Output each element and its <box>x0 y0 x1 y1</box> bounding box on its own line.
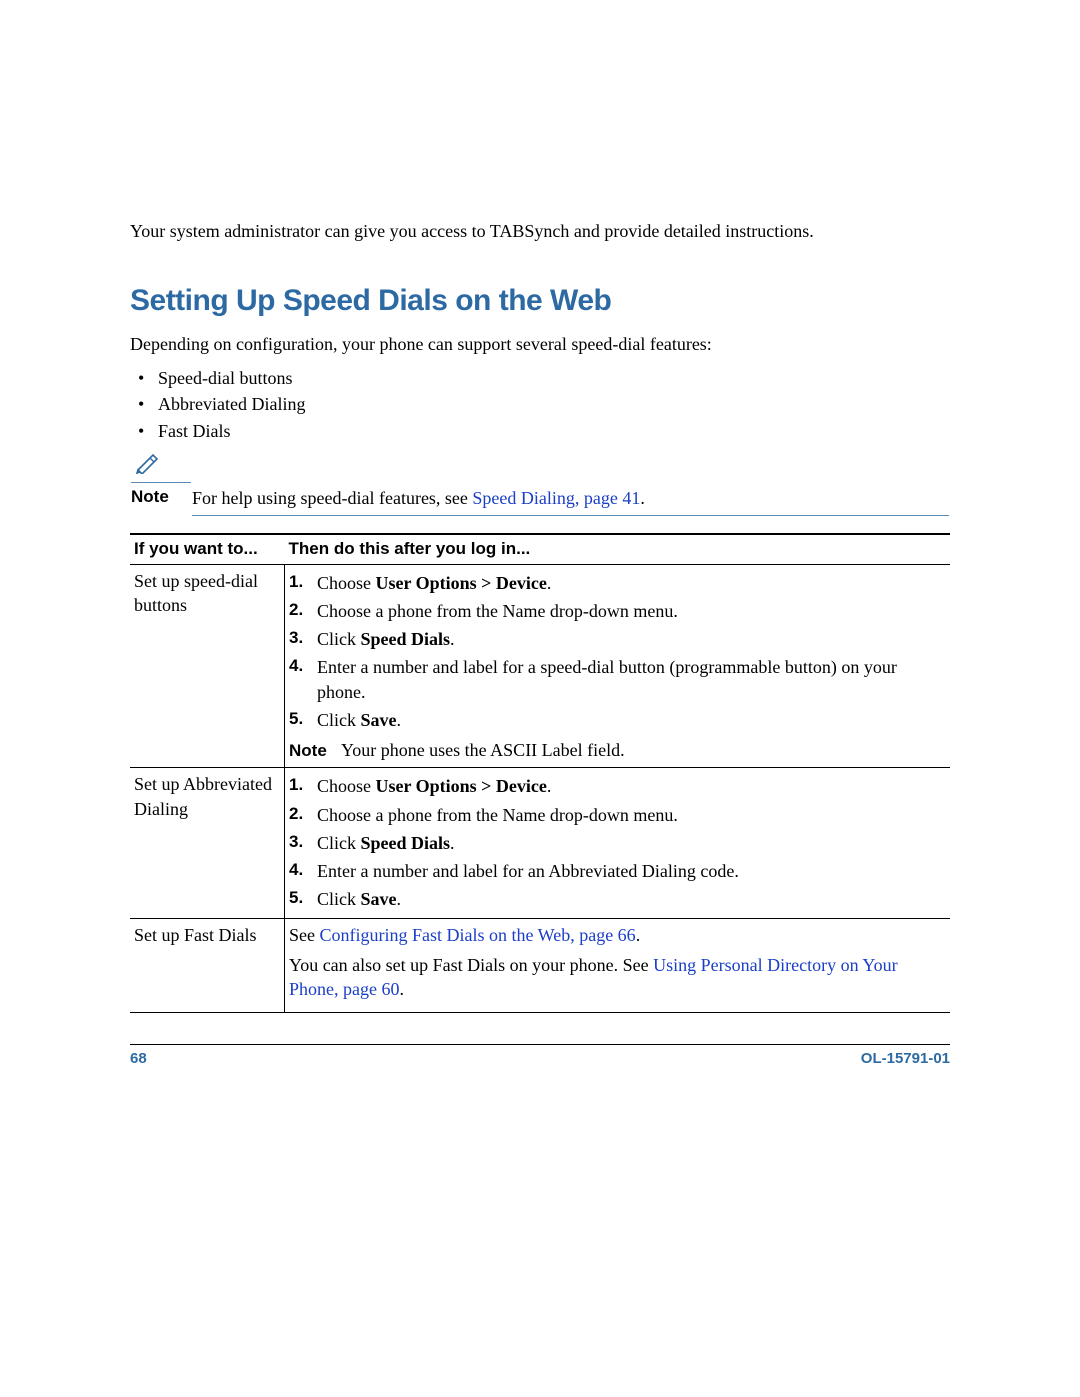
row1-steps: Choose User Options > Device. Choose a p… <box>289 569 940 735</box>
step-text: Click <box>317 833 361 853</box>
table-header-col1: If you want to... <box>130 534 285 564</box>
step-text: Enter a number and label for a speed-dia… <box>317 657 897 701</box>
row2-label: Set up Abbreviated Dialing <box>130 768 285 918</box>
step-post: . <box>450 629 455 649</box>
page-footer: 68 OL-15791-01 <box>130 1044 950 1069</box>
bullet-item: Speed-dial buttons <box>158 366 950 390</box>
row1-note-label: Note <box>289 740 341 763</box>
step-text: Choose <box>317 776 376 796</box>
step-post: . <box>547 776 552 796</box>
row2-steps: Choose User Options > Device. Choose a p… <box>289 772 940 913</box>
row1-note-text: Your phone uses the ASCII Label field. <box>341 740 625 760</box>
step-post: . <box>397 889 402 909</box>
note-block: Note For help using speed-dial features,… <box>130 451 950 517</box>
footer-doc-id: OL-15791-01 <box>861 1049 950 1069</box>
step: Choose User Options > Device. <box>289 772 940 800</box>
table-row: Set up Fast Dials See Configuring Fast D… <box>130 918 950 1012</box>
row1-note: NoteYour phone uses the ASCII Label fiel… <box>289 738 940 763</box>
step-post: . <box>450 833 455 853</box>
step-post: . <box>397 710 402 730</box>
step-text: Click <box>317 629 361 649</box>
step: Enter a number and label for an Abbrevia… <box>289 857 940 885</box>
step: Choose a phone from the Name drop-down m… <box>289 597 940 625</box>
step-bold: Save <box>361 889 397 909</box>
procedure-table: If you want to... Then do this after you… <box>130 533 950 1013</box>
step-text: Click <box>317 889 361 909</box>
row3-label: Set up Fast Dials <box>130 918 285 1012</box>
step: Click Speed Dials. <box>289 625 940 653</box>
note-label: Note <box>130 484 192 516</box>
section-heading: Setting Up Speed Dials on the Web <box>130 281 950 322</box>
step: Enter a number and label for a speed-dia… <box>289 653 940 706</box>
row3-p1-post: . <box>636 925 641 945</box>
table-header-col2: Then do this after you log in... <box>285 534 951 564</box>
bullet-item: Abbreviated Dialing <box>158 392 950 416</box>
table-row: Set up speed-dial buttons Choose User Op… <box>130 564 950 768</box>
intro-paragraph: Your system administrator can give you a… <box>130 219 950 243</box>
step-bold: Save <box>361 710 397 730</box>
step-text: Choose <box>317 573 376 593</box>
pencil-icon <box>135 452 163 474</box>
step: Click Save. <box>289 885 940 913</box>
row3-link-config[interactable]: Configuring Fast Dials on the Web, page … <box>320 925 636 945</box>
note-text-pre: For help using speed-dial features, see <box>192 488 472 508</box>
step: Choose User Options > Device. <box>289 569 940 597</box>
step: Click Save. <box>289 706 940 734</box>
step-bold: Speed Dials <box>361 833 451 853</box>
note-link[interactable]: Speed Dialing, page 41 <box>472 488 640 508</box>
bullet-item: Fast Dials <box>158 419 950 443</box>
step-post: . <box>547 573 552 593</box>
row3-p1: See Configuring Fast Dials on the Web, p… <box>289 923 940 947</box>
row3-p2: You can also set up Fast Dials on your p… <box>289 953 940 1002</box>
row3-p2-post: . <box>399 979 404 999</box>
footer-page-number: 68 <box>130 1049 147 1069</box>
step-text: Choose a phone from the Name drop-down m… <box>317 805 678 825</box>
row3-p2-pre: You can also set up Fast Dials on your p… <box>289 955 653 975</box>
step-text: Click <box>317 710 361 730</box>
document-page: Your system administrator can give you a… <box>0 0 1080 1013</box>
row3-p1-pre: See <box>289 925 320 945</box>
step-text: Choose a phone from the Name drop-down m… <box>317 601 678 621</box>
step-bold: Speed Dials <box>361 629 451 649</box>
section-lead: Depending on configuration, your phone c… <box>130 332 950 356</box>
note-text-post: . <box>640 488 645 508</box>
step-bold: User Options > Device <box>376 776 547 796</box>
feature-bullets: Speed-dial buttons Abbreviated Dialing F… <box>130 366 950 443</box>
table-row: Set up Abbreviated Dialing Choose User O… <box>130 768 950 918</box>
row1-label: Set up speed-dial buttons <box>130 564 285 768</box>
step-bold: User Options > Device <box>376 573 547 593</box>
step: Choose a phone from the Name drop-down m… <box>289 801 940 829</box>
step-text: Enter a number and label for an Abbrevia… <box>317 861 739 881</box>
step: Click Speed Dials. <box>289 829 940 857</box>
